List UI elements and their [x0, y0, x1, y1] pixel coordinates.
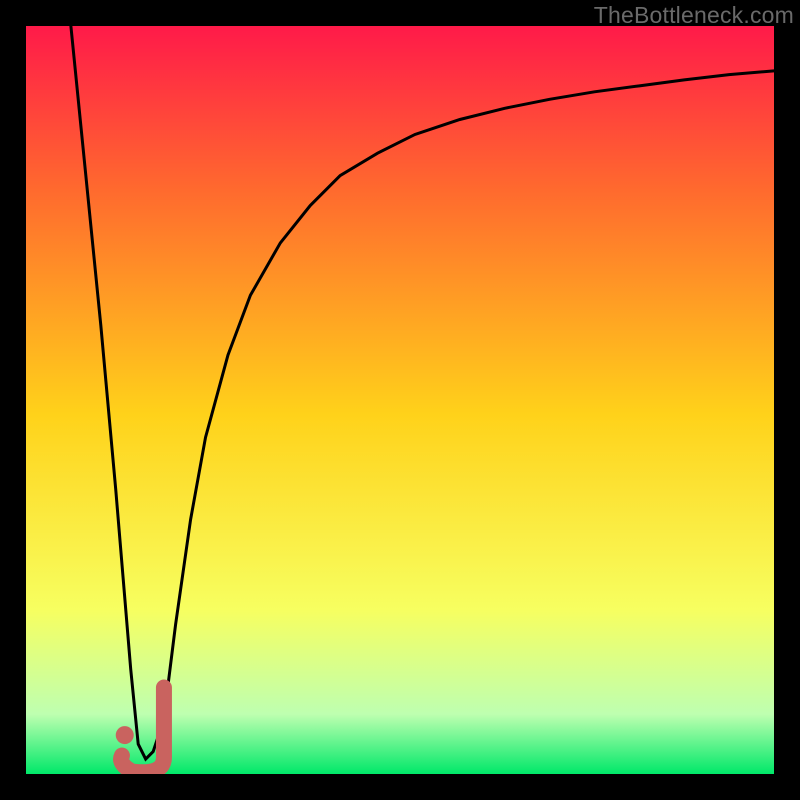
chart-frame: TheBottleneck.com: [0, 0, 800, 800]
plot-area: [26, 26, 774, 774]
watermark-text: TheBottleneck.com: [594, 2, 794, 29]
bottleneck-chart: [26, 26, 774, 774]
optimum-marker-dot: [116, 726, 134, 744]
gradient-background: [26, 26, 774, 774]
